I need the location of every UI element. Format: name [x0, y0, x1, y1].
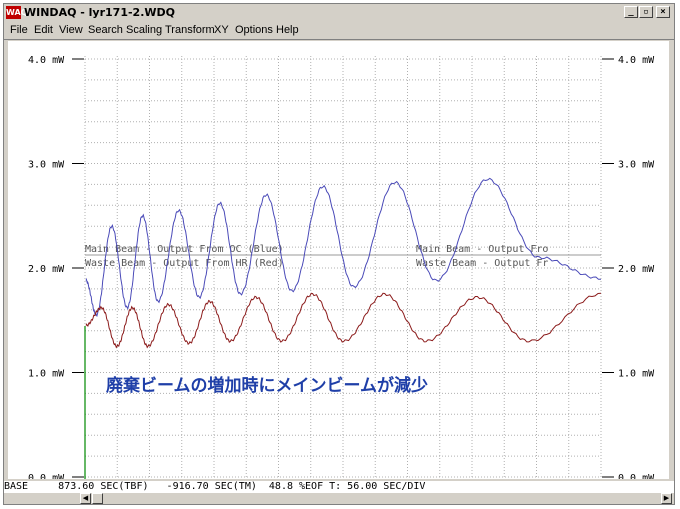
scroll-thumb[interactable]	[92, 493, 103, 504]
plot-svg: 4.0 mW 4.0 mW 3.0 mW 3.0 mW 2.0 mW 2.0 mW 1.0 …	[28, 55, 655, 479]
menu-file[interactable]: File	[10, 24, 28, 36]
menu-help[interactable]: Help	[276, 24, 299, 36]
menu-edit[interactable]: Edit	[34, 24, 53, 36]
y-tick-label-left: 3.0 mW	[28, 160, 65, 171]
menu-xy[interactable]: XY	[214, 24, 229, 36]
window-title: WINDAQ - lyr171-2.WDQ	[24, 6, 175, 19]
scroll-right-icon[interactable]: ▶	[661, 493, 672, 504]
menu-bar: File Edit View Search Scaling Transform …	[4, 22, 674, 40]
menu-view[interactable]: View	[59, 24, 83, 36]
scroll-left-icon[interactable]: ◀	[80, 493, 91, 504]
waste-beam-label-2: Waste Beam - Output Fr	[416, 258, 548, 269]
app-icon: WAQ	[6, 6, 28, 19]
menu-options[interactable]: Options	[235, 24, 273, 36]
restore-button[interactable]: ▫	[639, 6, 653, 18]
y-tick-label-right: 1.0 mW	[618, 369, 655, 380]
y-tick-label-right: 0.0 mW	[618, 473, 655, 479]
status-bar: BASE 873.60 SEC(TBF) -916.70 SEC(TM) 48.…	[4, 481, 674, 493]
waveform-plot[interactable]: 4.0 mW 4.0 mW 3.0 mW 3.0 mW 2.0 mW 2.0 mW 1.0 …	[8, 41, 669, 479]
y-tick-label-right: 3.0 mW	[618, 160, 655, 171]
menu-scaling[interactable]: Scaling	[126, 24, 162, 36]
close-button[interactable]: ×	[656, 6, 670, 18]
horizontal-scrollbar[interactable]: ◀ ▶	[4, 493, 674, 504]
y-tick-label-right: 2.0 mW	[618, 264, 655, 275]
menu-search[interactable]: Search	[88, 24, 123, 36]
title-bar[interactable]: WAQ WINDAQ - lyr171-2.WDQ _ ▫ ×	[4, 4, 674, 22]
y-tick-label-right: 4.0 mW	[618, 55, 655, 66]
annotation-text: 廃棄ビームの増加時にメインビームが減少	[106, 376, 428, 396]
minimize-button[interactable]: _	[624, 6, 638, 18]
menu-transform[interactable]: Transform	[165, 24, 215, 36]
waste-beam-label: Waste Beam - Output From HR (Red)	[85, 258, 284, 269]
y-tick-label-left: 4.0 mW	[28, 55, 65, 66]
y-tick-label-left: 0.0 mW	[28, 473, 65, 479]
y-tick-label-left: 2.0 mW	[28, 264, 65, 275]
y-tick-label-left: 1.0 mW	[28, 369, 65, 380]
windaq-window: WAQ WINDAQ - lyr171-2.WDQ _ ▫ × File Edi…	[3, 3, 675, 505]
